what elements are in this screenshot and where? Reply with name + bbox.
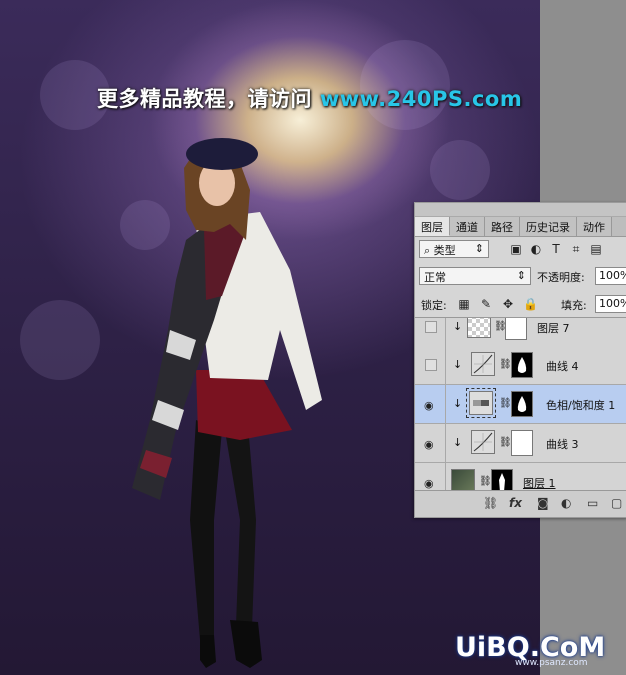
fill-input[interactable]: 100%: [595, 295, 626, 313]
lock-image-icon[interactable]: ✎: [479, 297, 493, 311]
tab-history[interactable]: 历史记录: [520, 217, 577, 236]
link-icon[interactable]: ⛓: [499, 398, 512, 409]
curves-adjustment-icon: [471, 430, 495, 454]
search-icon: ⌕: [424, 244, 431, 257]
panel-tab-bar: 图层 通道 路径 历史记录 动作: [415, 217, 626, 237]
opacity-input[interactable]: 100%: [595, 267, 626, 285]
link-icon[interactable]: ⛓: [479, 476, 492, 487]
clip-arrow-icon: ↓: [453, 358, 463, 371]
visibility-cell[interactable]: ◉: [415, 463, 446, 492]
layer-name[interactable]: 图层 1: [523, 475, 556, 491]
clip-arrow-icon: ↓: [453, 320, 463, 333]
smart-object-filter-icon[interactable]: ▤: [589, 242, 603, 256]
layer-mask-thumbnail[interactable]: [505, 318, 527, 340]
layer-row[interactable]: ↓ ⛓ 图层 7: [415, 318, 626, 347]
eye-icon[interactable]: ◉: [424, 438, 434, 451]
link-icon[interactable]: ⛓: [499, 437, 512, 448]
layer-row[interactable]: ◉ ↓ ⛓ 曲线 3: [415, 424, 626, 463]
layer-name[interactable]: 色相/饱和度 1: [546, 397, 615, 413]
visibility-toggle-off[interactable]: [425, 359, 437, 371]
type-filter-icon[interactable]: T: [549, 242, 563, 256]
adjustment-filter-icon[interactable]: ◐: [529, 242, 543, 256]
new-layer-icon[interactable]: ▢: [611, 496, 622, 510]
tab-paths[interactable]: 路径: [485, 217, 520, 236]
layer-name[interactable]: 图层 7: [537, 320, 570, 336]
lock-transparent-icon[interactable]: ▦: [457, 297, 471, 311]
new-group-icon[interactable]: ▭: [587, 496, 598, 510]
fill-label: 填充:: [561, 299, 587, 312]
visibility-toggle-off[interactable]: [425, 321, 437, 333]
lock-position-icon[interactable]: ✥: [501, 297, 515, 311]
image-filter-icon[interactable]: ▣: [509, 242, 523, 256]
hue-saturation-adjustment-icon: [466, 388, 496, 418]
panel-title-bar[interactable]: [415, 203, 626, 217]
layer-row[interactable]: ◉ ⛓ 图层 1: [415, 463, 626, 492]
layer-row-selected[interactable]: ◉ ↓ ⛓ 色相/饱和度 1: [415, 385, 626, 424]
banner-text: 更多精品教程，请访问: [97, 87, 312, 111]
layer-list: ↓ ⛓ 图层 7 ↓ ⛓ 曲线 4 ◉ ↓ ⛓ 色相/饱和度 1 ◉ ↓ ⛓ 曲…: [415, 317, 626, 492]
layer-thumbnail: [467, 318, 491, 338]
layer-mask-thumbnail[interactable]: [511, 430, 533, 456]
visibility-cell[interactable]: [415, 346, 446, 384]
visibility-cell[interactable]: ◉: [415, 424, 446, 462]
layer-filter-select[interactable]: ⌕ 类型 ⇕: [419, 240, 489, 258]
link-icon[interactable]: ⛓: [499, 359, 512, 370]
watermark-url: www.psanz.com: [515, 658, 588, 668]
layer-name[interactable]: 曲线 3: [546, 436, 579, 452]
eye-icon[interactable]: ◉: [424, 399, 434, 412]
layer-mask-thumbnail[interactable]: [491, 469, 513, 492]
clip-arrow-icon: ↓: [453, 397, 463, 410]
fx-icon[interactable]: fx: [509, 496, 522, 510]
add-mask-icon[interactable]: ◙: [537, 496, 549, 510]
photo-layer-thumbnail: [451, 469, 475, 492]
layer-row[interactable]: ↓ ⛓ 曲线 4: [415, 346, 626, 385]
blend-mode-select[interactable]: 正常 ⇕: [419, 267, 531, 285]
visibility-cell[interactable]: ◉: [415, 385, 446, 423]
clip-arrow-icon: ↓: [453, 436, 463, 449]
blend-mode-value: 正常: [424, 271, 446, 284]
new-adjustment-icon[interactable]: ◐: [561, 496, 571, 510]
layer-mask-thumbnail[interactable]: [511, 391, 533, 417]
panel-footer: ⛓ fx ◙ ◐ ▭ ▢: [415, 490, 626, 517]
tab-actions[interactable]: 动作: [577, 217, 612, 236]
link-layers-icon[interactable]: ⛓: [483, 496, 498, 510]
visibility-cell[interactable]: [415, 318, 446, 346]
eye-icon[interactable]: ◉: [424, 477, 434, 490]
lock-all-icon[interactable]: 🔒: [523, 297, 538, 311]
layer-mask-thumbnail[interactable]: [511, 352, 533, 378]
lock-label: 锁定:: [421, 299, 447, 312]
opacity-label: 不透明度:: [537, 271, 585, 284]
layer-filter-value: 类型: [433, 244, 456, 257]
curves-adjustment-icon: [471, 352, 495, 376]
tab-channels[interactable]: 通道: [450, 217, 485, 236]
layers-panel: 图层 通道 路径 历史记录 动作 ⌕ 类型 ⇕ ▣ ◐ T ⌗ ▤ 正常 ⇕ 不…: [414, 202, 626, 518]
chevron-updown-icon: ⇕: [516, 269, 526, 282]
layer-name[interactable]: 曲线 4: [546, 358, 579, 374]
shape-filter-icon[interactable]: ⌗: [569, 242, 583, 256]
chevron-updown-icon: ⇕: [474, 242, 484, 255]
tab-layers[interactable]: 图层: [415, 217, 450, 236]
tutorial-banner: 更多精品教程，请访问 www.240PS.com: [97, 83, 522, 113]
banner-site-link: www.240PS.com: [319, 87, 523, 111]
